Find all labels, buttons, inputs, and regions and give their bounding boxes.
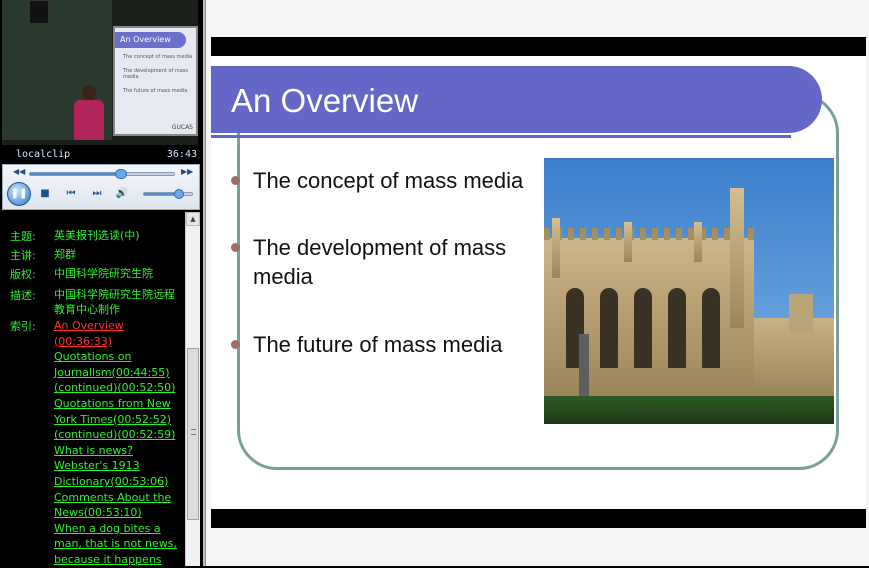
- speaker-value: 郑群: [54, 248, 76, 261]
- index-link[interactable]: What is news? Webster's 1913 Dictionary(…: [54, 443, 179, 490]
- index-link[interactable]: Quotations from New York Times(00:52:52): [54, 396, 179, 427]
- photo-side-tower: [789, 294, 813, 334]
- photo-statue: [579, 334, 589, 404]
- bullet-text: The concept of mass media: [253, 168, 524, 193]
- slide-title: An Overview: [231, 82, 419, 119]
- video-watermark: GUCAS: [171, 124, 193, 131]
- index-link[interactable]: (continued)(00:52:50): [54, 380, 179, 396]
- video-slide-line: The development of mass media: [123, 68, 189, 80]
- seek-fill: [30, 173, 121, 175]
- video-loudspeaker: [29, 0, 49, 24]
- next-button[interactable]: ⏭: [90, 187, 104, 201]
- player-panel: An Overview The concept of mass media Th…: [0, 0, 203, 566]
- scrollbar-thumb[interactable]: [187, 348, 199, 520]
- time-bar: localclip 36:43: [0, 145, 203, 163]
- seek-bar[interactable]: [29, 169, 175, 179]
- photo-pinnacle: [552, 218, 560, 278]
- bullet-dot-icon: [231, 243, 240, 252]
- photo-window: [702, 288, 720, 368]
- stop-button[interactable]: ■: [38, 187, 52, 201]
- topic-label: 主题:: [10, 230, 36, 243]
- bullet-text: The future of mass media: [253, 332, 503, 357]
- index-list: An Overview (00:36:33) Quotations on Jou…: [54, 318, 179, 568]
- volume-handle[interactable]: [174, 189, 184, 199]
- copyright-value: 中国科学院研究生院: [54, 267, 153, 280]
- bullet-text: The development of mass media: [253, 235, 507, 289]
- topic-value: 英美报刊选读(中): [54, 229, 140, 242]
- index-scrollbar[interactable]: ▲: [185, 212, 200, 566]
- video-lecturer-body: [74, 100, 104, 140]
- slide: An Overview The concept of mass media Th…: [211, 56, 866, 509]
- rewind-icon[interactable]: ◀◀: [13, 167, 25, 176]
- seek-handle[interactable]: [114, 169, 127, 179]
- video-slide-title: An Overview: [115, 32, 186, 48]
- video-slide-line: The concept of mass media: [123, 54, 193, 60]
- player-controls: ◀◀ ▶▶ ❚❚ ■ ⏮ ⏭ 🔊: [2, 164, 200, 210]
- fast-forward-icon[interactable]: ▶▶: [181, 167, 193, 176]
- title-underline: [211, 135, 791, 138]
- index-link[interactable]: When a dog bites a man, that is not news…: [54, 521, 179, 568]
- speaker-label: 主讲:: [10, 249, 36, 262]
- photo-window: [668, 288, 686, 368]
- photo-window: [600, 288, 618, 368]
- photo-window: [634, 288, 652, 368]
- description-label: 描述:: [10, 289, 36, 302]
- index-link[interactable]: Comments About the News(00:53:10): [54, 490, 179, 521]
- photo-chapel-roof: [544, 228, 754, 240]
- previous-button[interactable]: ⏮: [64, 187, 78, 201]
- index-link[interactable]: An Overview (00:36:33): [54, 318, 179, 349]
- index-link[interactable]: (continued)(00:52:59): [54, 427, 179, 443]
- index-label: 索引:: [10, 320, 36, 333]
- title-band: An Overview: [211, 66, 822, 133]
- description-value: 中国科学院研究生院远程教育中心制作: [54, 288, 175, 316]
- slide-stage: An Overview The concept of mass media Th…: [205, 0, 869, 566]
- letterbox-top: [211, 37, 866, 56]
- scroll-up-arrow-icon[interactable]: ▲: [186, 212, 200, 226]
- course-info: 主题: 英美报刊选读(中) 主讲: 郑群 版权: 中国科学院研究生院 描述: 中…: [0, 212, 185, 566]
- volume-slider[interactable]: [143, 189, 193, 199]
- elapsed-time: 36:43: [166, 149, 197, 160]
- video-projection-screen: An Overview The concept of mass media Th…: [113, 26, 198, 136]
- letterbox-bottom: [211, 509, 866, 528]
- chapel-photo: [544, 158, 834, 424]
- bullet-dot-icon: [231, 340, 240, 349]
- video-viewport[interactable]: An Overview The concept of mass media Th…: [2, 0, 198, 145]
- video-lecturer-head: [82, 85, 96, 101]
- clip-name: localclip: [16, 149, 71, 160]
- volume-icon[interactable]: 🔊: [115, 187, 129, 201]
- index-link[interactable]: Quotations on Journalism(00:44:55): [54, 349, 179, 380]
- bullet-dot-icon: [231, 176, 240, 185]
- photo-pinnacle: [694, 222, 702, 262]
- photo-pinnacle: [624, 222, 632, 262]
- video-slide-line: The future of mass media: [123, 88, 188, 94]
- grip-icon: [191, 429, 196, 435]
- photo-tower: [730, 188, 744, 328]
- pause-button[interactable]: ❚❚: [7, 182, 31, 206]
- photo-lawn: [544, 396, 834, 424]
- copyright-label: 版权:: [10, 268, 36, 281]
